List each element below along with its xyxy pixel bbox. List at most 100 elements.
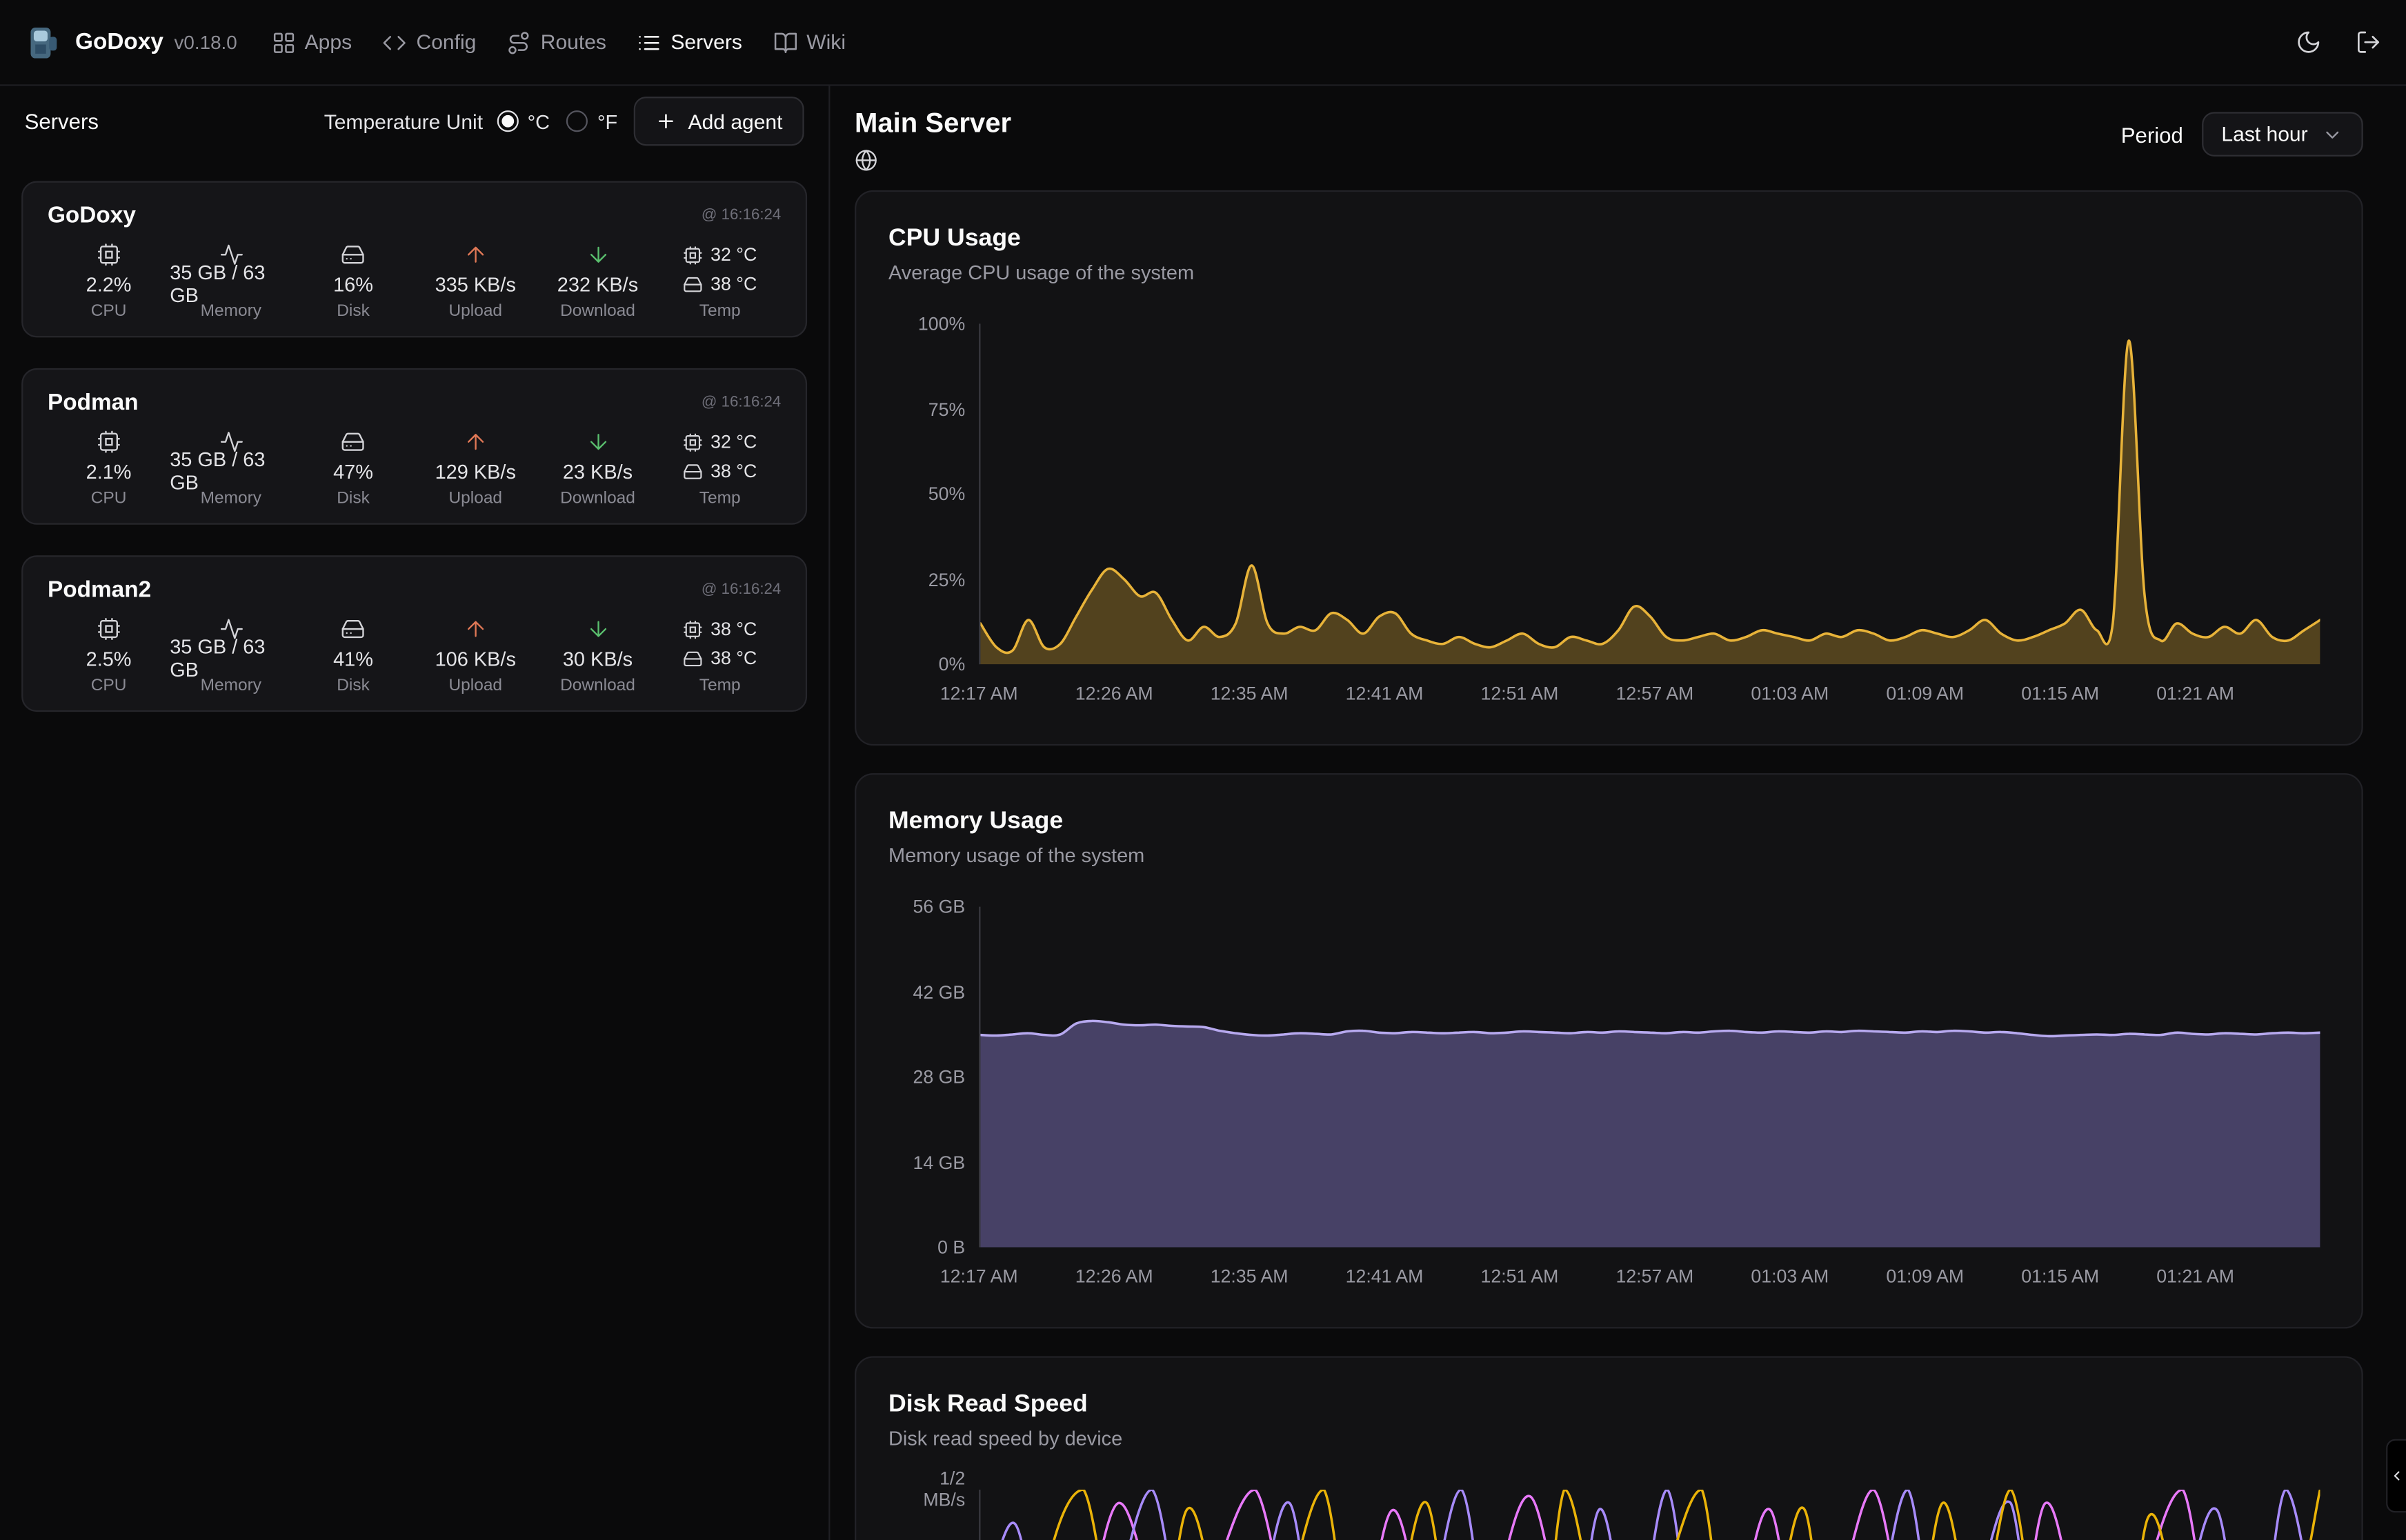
nav-label: Apps — [305, 30, 352, 53]
nav-item-apps[interactable]: Apps — [265, 21, 358, 63]
add-agent-button[interactable]: Add agent — [635, 97, 804, 146]
upload-value: 129 KB/s — [435, 457, 516, 485]
cpu-chip-icon — [683, 619, 703, 639]
nav-item-routes[interactable]: Routes — [501, 21, 613, 63]
x-axis-tick: 12:51 AM — [1481, 683, 1559, 704]
arrow-down-icon — [586, 239, 610, 270]
y-axis-tick: 100% — [918, 313, 965, 334]
download-label: Download — [560, 298, 635, 321]
main-nav: Apps Config Routes Servers Wiki — [265, 21, 852, 63]
disk-read-speed-chart-card: Disk Read Speed Disk read speed by devic… — [855, 1356, 2363, 1540]
temp-stat: 38 °C 38 °C Temp — [659, 614, 781, 695]
code-icon — [383, 30, 408, 54]
y-axis-tick: 14 GB — [913, 1151, 966, 1172]
disk-temp-value: 38 °C — [710, 460, 757, 481]
logout-icon — [2356, 29, 2382, 55]
download-label: Download — [560, 672, 635, 694]
temp-label: Temp — [699, 672, 741, 694]
disk-temp-row: 38 °C — [683, 457, 757, 485]
server-list-icon — [637, 30, 662, 54]
disk-label: Disk — [337, 672, 370, 694]
cpu-chip-icon — [97, 239, 121, 270]
cpu-stat: 2.5% CPU — [48, 614, 170, 695]
x-axis-tick: 12:35 AM — [1211, 1266, 1289, 1287]
hard-drive-icon — [341, 426, 366, 457]
unit-fahrenheit-radio[interactable]: °F — [567, 110, 618, 132]
x-axis-tick: 01:03 AM — [1751, 1266, 1829, 1287]
theme-toggle-button[interactable] — [2296, 29, 2322, 55]
upload-stat: 335 KB/s Upload — [415, 239, 537, 321]
collapse-panel-button[interactable] — [2386, 1439, 2406, 1513]
x-axis-tick: 12:26 AM — [1075, 1266, 1153, 1287]
memory-stat: 35 GB / 63 GB Memory — [170, 614, 292, 695]
memory-stat: 35 GB / 63 GB Memory — [170, 426, 292, 508]
radio-selected-icon — [497, 110, 518, 132]
x-axis-tick: 12:57 AM — [1615, 683, 1693, 704]
download-stat: 30 KB/s Download — [537, 614, 659, 695]
hard-drive-icon — [683, 648, 703, 668]
download-value: 23 KB/s — [563, 457, 633, 485]
x-axis-tick: 01:15 AM — [2021, 1266, 2099, 1287]
period-select[interactable]: Last hour — [2201, 112, 2363, 157]
servers-panel: Servers Temperature Unit °C °F Add agent — [0, 86, 830, 1540]
cpu-stat: 2.2% CPU — [48, 239, 170, 321]
server-card-godoxy[interactable]: GoDoxy @ 16:16:24 2.2% CPU 35 GB / 63 GB… — [21, 181, 807, 337]
server-detail-panel: Main Server Period Last hour CPU Usage A… — [830, 86, 2406, 1540]
radio-unselected-icon — [567, 110, 588, 132]
nav-item-config[interactable]: Config — [377, 21, 483, 63]
hard-drive-icon — [683, 274, 703, 294]
brand-name: GoDoxy — [75, 29, 163, 55]
x-axis-tick: 01:21 AM — [2156, 1266, 2234, 1287]
disk-value: 16% — [333, 270, 373, 298]
x-axis-tick: 12:51 AM — [1481, 1266, 1559, 1287]
memory-stat: 35 GB / 63 GB Memory — [170, 239, 292, 321]
upload-stat: 129 KB/s Upload — [415, 426, 537, 508]
temp-stat: 32 °C 38 °C Temp — [659, 239, 781, 321]
temp-stat: 32 °C 38 °C Temp — [659, 426, 781, 508]
disk-label: Disk — [337, 485, 370, 508]
x-axis-tick: 01:21 AM — [2156, 683, 2234, 704]
cpu-temp-value: 38 °C — [710, 618, 757, 639]
memory-usage-plot[interactable]: 56 GB42 GB28 GB14 GB0 B — [979, 907, 2320, 1248]
version-label: v0.18.0 — [175, 32, 237, 53]
y-axis-tick: 0% — [939, 654, 966, 675]
unit-celsius-radio[interactable]: °C — [497, 110, 550, 132]
x-axis-tick: 12:35 AM — [1211, 683, 1289, 704]
nav-item-wiki[interactable]: Wiki — [766, 21, 851, 63]
x-axis-tick: 12:41 AM — [1346, 1266, 1424, 1287]
server-timestamp: @ 16:16:24 — [702, 581, 781, 597]
cpu-chip-icon — [97, 614, 121, 644]
disk-read-speed-plot[interactable]: 1/2 MB/s — [979, 1490, 2320, 1540]
hard-drive-icon — [341, 239, 366, 270]
cpu-chip-icon — [683, 245, 703, 265]
cpu-stat: 2.1% CPU — [48, 426, 170, 508]
x-axis-tick: 01:15 AM — [2021, 683, 2099, 704]
server-card-podman[interactable]: Podman @ 16:16:24 2.1% CPU 35 GB / 63 GB… — [21, 368, 807, 525]
memory-label: Memory — [201, 485, 261, 508]
temp-label: Temp — [699, 485, 741, 508]
upload-value: 106 KB/s — [435, 644, 516, 672]
disk-stat: 16% Disk — [292, 239, 414, 321]
nav-item-servers[interactable]: Servers — [631, 21, 748, 63]
download-value: 232 KB/s — [557, 270, 638, 298]
cpu-value: 2.1% — [86, 457, 132, 485]
x-axis-tick: 12:17 AM — [940, 683, 1018, 704]
disk-value: 41% — [333, 644, 373, 672]
nav-label: Config — [417, 30, 477, 53]
unit-celsius-label: °C — [528, 110, 550, 132]
server-card-podman2[interactable]: Podman2 @ 16:16:24 2.5% CPU 35 GB / 63 G… — [21, 555, 807, 712]
hard-drive-icon — [341, 614, 366, 644]
cpu-temp-row: 32 °C — [683, 426, 757, 457]
arrow-down-icon — [586, 426, 610, 457]
cpu-temp-value: 32 °C — [710, 244, 757, 266]
download-value: 30 KB/s — [563, 644, 633, 672]
nav-label: Wiki — [806, 30, 846, 53]
period-label: Period — [2121, 122, 2183, 147]
chevron-down-icon — [2322, 123, 2343, 145]
x-axis-labels: 12:17 AM12:26 AM12:35 AM12:41 AM12:51 AM… — [979, 1266, 2320, 1290]
cpu-usage-plot[interactable]: 100%75%50%25%0% — [979, 323, 2320, 664]
server-name: Podman — [48, 389, 139, 415]
cpu-temp-row: 32 °C — [683, 239, 757, 270]
chart-title: Disk Read Speed — [888, 1392, 2362, 1419]
logout-button[interactable] — [2356, 29, 2382, 55]
